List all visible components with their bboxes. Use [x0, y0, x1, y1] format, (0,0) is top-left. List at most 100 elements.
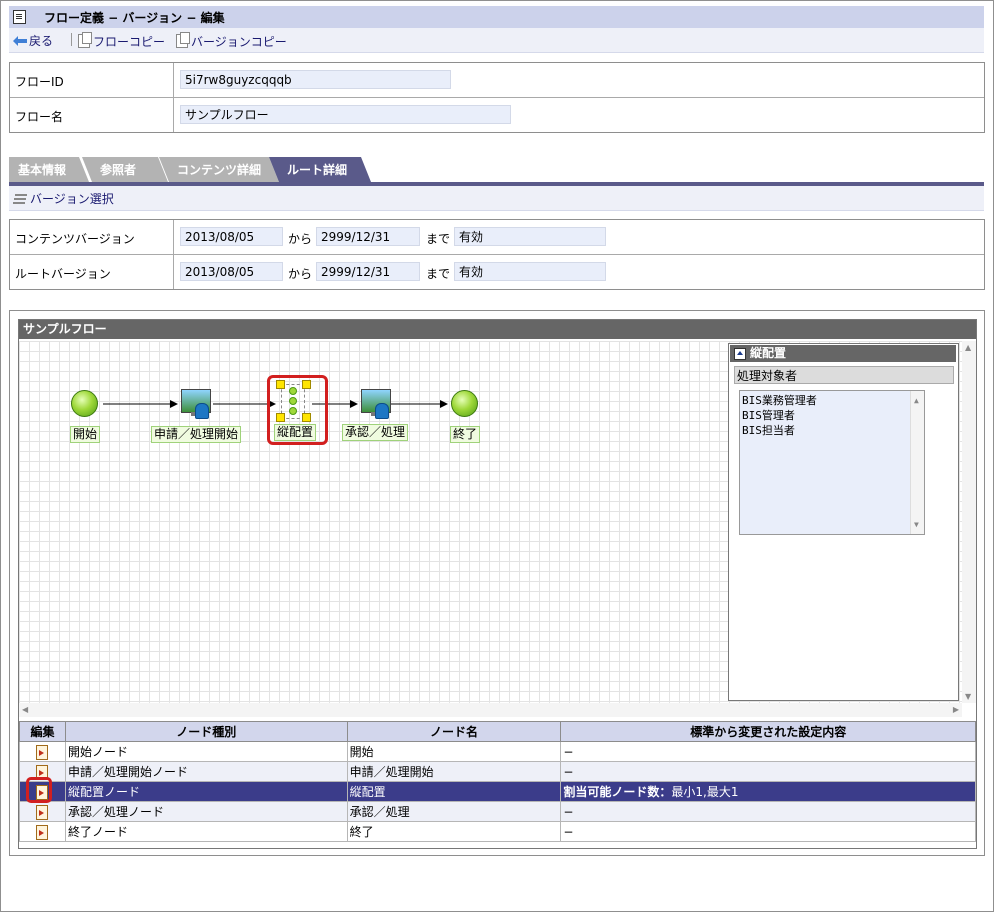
copy-icon [176, 32, 190, 48]
node-type-cell: 承認／処理ノード [64, 801, 348, 822]
edit-icon[interactable] [36, 824, 49, 840]
tab-bar: 基本情報 参照者 コンテンツ詳細 ルート詳細 [9, 157, 984, 183]
from-text: から [288, 267, 313, 281]
route-version-start: 2013/08/05 [180, 262, 283, 281]
canvas-horizontal-scrollbar[interactable]: ◀ ▶ [19, 703, 962, 717]
target-user-list[interactable]: BIS業務管理者 BIS管理者 BIS担当者 ▲ ▼ [739, 390, 925, 535]
app-frame: フロー定義 − バージョン − 編集 戻る フローコピー バージョンコピー フロ… [0, 0, 994, 912]
flow-copy-label: フローコピー [93, 35, 166, 49]
flow-name-label-cell: フロー名 [10, 98, 174, 132]
tab-basic-info[interactable]: 基本情報 [9, 157, 89, 182]
flow-canvas[interactable]: 開始 申請／処理開始 縦配置 承認／処理 終了 縦配置 処理対象者 BIS業務管… [19, 341, 962, 703]
flow-id-value: 5i7rw8guyzcqqqb [180, 70, 451, 89]
table-row[interactable]: 申請／処理開始ノード 申請／処理開始 − [19, 761, 976, 782]
sub-node-icon [289, 407, 297, 415]
sub-node-icon [289, 397, 297, 405]
flow-node-label: 承認／処理 [342, 424, 409, 441]
setting-value: 最小1,最大1 [671, 785, 739, 799]
edit-cell[interactable] [19, 741, 66, 762]
resize-handle[interactable] [276, 413, 285, 422]
node-name-cell: 承認／処理 [346, 801, 562, 822]
version-select-button[interactable]: バージョン選択 [13, 190, 114, 207]
column-header: 標準から変更された設定内容 [560, 721, 976, 742]
route-version-label: ルートバージョン [15, 267, 111, 281]
content-version-status: 有効 [454, 227, 606, 246]
node-name-cell: 終了 [346, 821, 562, 842]
table-row[interactable]: 開始ノード 開始 − [19, 741, 976, 762]
flow-panel: サンプルフロー 開始 申請／処理開始 縦配置 承認／処理 終了 縦配置 処理対象… [18, 319, 977, 849]
canvas-vertical-scrollbar[interactable]: ▲ ▼ [962, 341, 976, 703]
route-version-end: 2999/12/31 [316, 262, 420, 281]
end-node-icon [451, 390, 478, 417]
node-type-cell: 申請／処理開始ノード [64, 761, 348, 782]
edit-icon[interactable] [36, 744, 49, 760]
start-node-icon [71, 390, 98, 417]
edit-cell[interactable] [19, 777, 66, 803]
column-header: 編集 [19, 721, 66, 742]
sub-toolbar: バージョン選択 [9, 186, 984, 211]
setting-cell: − [560, 821, 976, 842]
stack-icon [13, 193, 27, 204]
node-name-cell: 縦配置 [346, 781, 562, 802]
toolbar-divider [71, 33, 72, 46]
version-table: コンテンツバージョン 2013/08/05 から 2999/12/31 まで 有… [9, 219, 985, 290]
flow-name-value: サンプルフロー [180, 105, 511, 124]
tab-content-detail[interactable]: コンテンツ詳細 [159, 157, 279, 182]
scroll-right-arrow-icon[interactable]: ▶ [953, 705, 959, 714]
back-button[interactable]: 戻る [13, 32, 53, 49]
edit-cell[interactable] [19, 801, 66, 822]
content-version-label-cell: コンテンツバージョン [10, 220, 174, 254]
property-panel-title-text: 縦配置 [750, 346, 787, 360]
route-version-label-cell: ルートバージョン [10, 255, 174, 289]
setting-cell: − [560, 801, 976, 822]
setting-cell: 割当可能ノード数：最小1,最大1 [560, 781, 976, 802]
flow-name-row: フロー名 サンプルフロー [10, 98, 984, 132]
setting-cell: − [560, 741, 976, 762]
setting-label: 割当可能ノード数： [563, 785, 672, 799]
flow-section: サンプルフロー 開始 申請／処理開始 縦配置 承認／処理 終了 縦配置 処理対象… [9, 310, 985, 856]
page-title: フロー定義 − バージョン − 編集 [44, 11, 225, 25]
person-icon [375, 403, 389, 419]
document-icon [13, 10, 26, 24]
table-row[interactable]: 終了ノード 終了 − [19, 821, 976, 842]
list-item[interactable]: BIS担当者 [742, 423, 922, 438]
table-row-selected[interactable]: 縦配置ノード 縦配置 割当可能ノード数：最小1,最大1 [19, 777, 976, 803]
scroll-up-arrow-icon[interactable]: ▲ [965, 343, 971, 352]
sub-node-icon [289, 387, 297, 395]
content-version-label: コンテンツバージョン [15, 232, 135, 246]
version-copy-button[interactable]: バージョンコピー [176, 32, 287, 50]
back-arrow-icon [13, 36, 27, 46]
column-header: ノード種別 [64, 721, 348, 742]
title-bar: フロー定義 − バージョン − 編集 [9, 6, 984, 28]
scroll-left-arrow-icon[interactable]: ◀ [22, 705, 28, 714]
edit-cell[interactable] [19, 821, 66, 842]
list-scrollbar[interactable]: ▲ ▼ [910, 391, 924, 534]
scroll-down-arrow-icon[interactable]: ▼ [965, 692, 971, 701]
resize-handle[interactable] [276, 380, 285, 389]
tab-viewers[interactable]: 参照者 [82, 157, 168, 182]
edit-icon[interactable] [36, 804, 49, 820]
from-text: から [288, 232, 313, 246]
flow-name-label: フロー名 [15, 110, 64, 124]
tab-route-detail[interactable]: ルート詳細 [269, 157, 371, 182]
flow-copy-button[interactable]: フローコピー [78, 32, 165, 50]
node-name-cell: 開始 [346, 741, 562, 762]
scroll-up-arrow-icon[interactable]: ▲ [914, 393, 919, 408]
route-version-status: 有効 [454, 262, 606, 281]
property-panel-title: 縦配置 [730, 345, 956, 362]
scroll-down-arrow-icon[interactable]: ▼ [914, 517, 919, 532]
to-text: まで [426, 232, 451, 246]
collapse-toggle-icon[interactable] [734, 348, 746, 360]
flow-node-label: 縦配置 [274, 424, 317, 441]
flow-title: サンプルフロー [19, 320, 976, 339]
list-item[interactable]: BIS管理者 [742, 408, 922, 423]
resize-handle[interactable] [302, 413, 311, 422]
content-version-end: 2999/12/31 [316, 227, 420, 246]
table-row[interactable]: 承認／処理ノード 承認／処理 − [19, 801, 976, 822]
to-text: まで [426, 267, 451, 281]
person-icon [195, 403, 209, 419]
list-item[interactable]: BIS業務管理者 [742, 393, 922, 408]
flow-node-label: 終了 [450, 426, 481, 443]
resize-handle[interactable] [302, 380, 311, 389]
column-header: ノード名 [346, 721, 562, 742]
